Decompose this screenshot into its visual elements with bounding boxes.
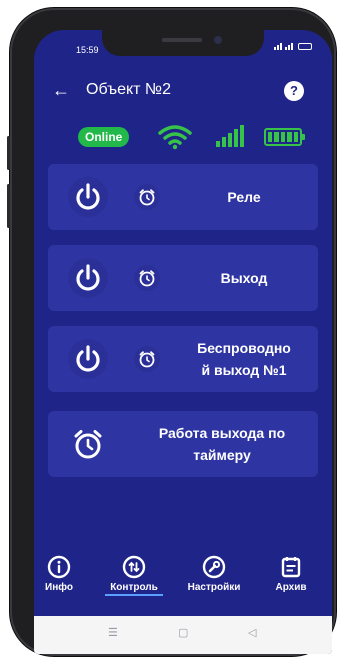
system-status-icons [274,43,312,50]
power-icon[interactable] [68,177,108,217]
arrow-left-icon[interactable]: ← [52,80,70,101]
phone-side-button [7,184,10,228]
card-label: Реле [227,189,261,205]
power-icon[interactable] [68,339,108,379]
archive-calendar-icon [281,557,301,578]
alarm-clock-icon[interactable] [134,265,160,291]
wifi-icon [158,125,192,150]
nav-label: Инфо [45,582,73,593]
bottom-navigation: Инфо Контроль Настройки Архив [34,555,332,613]
output-card-relay[interactable]: Реле [48,164,318,230]
card-label-line1: Беспроводно [197,340,291,356]
active-tab-indicator [105,594,163,596]
wrench-icon [202,555,226,579]
output-card-output[interactable]: Выход [48,245,318,311]
output-card-wireless[interactable]: Беспроводно й выход №1 [48,326,318,392]
nav-label: Контроль [110,582,158,593]
nav-item-info[interactable]: Инфо [34,555,94,593]
nav-label: Архив [275,582,307,593]
cellular-signal-icon [216,125,244,147]
nav-item-settings[interactable]: Настройки [179,555,249,593]
mini-signal-icon [285,43,293,50]
output-card-timer-mode[interactable]: Работа выхода по таймеру [48,411,318,477]
phone-side-button [7,136,10,170]
alarm-clock-icon[interactable] [68,424,108,464]
nav-item-control[interactable]: Контроль [99,555,169,596]
speaker-grille [162,38,202,42]
mini-battery-icon [298,43,312,50]
card-label: Выход [220,270,268,286]
nav-item-archive[interactable]: Архив [256,555,326,593]
front-camera [214,36,222,44]
battery-nub [302,134,305,140]
card-label-line1: Работа выхода по [158,425,286,441]
device-status-row: Online [34,122,332,152]
phone-notch [102,30,264,56]
control-icon [122,555,146,579]
card-label-line2: таймеру [193,447,251,463]
app-screen: 15:59 ← Объект №2 ? Online Реле Выход Бе… [34,30,332,654]
app-header: ← Объект №2 ? [34,78,332,108]
card-label-line2: й выход №1 [201,362,287,378]
help-circle-icon[interactable]: ? [284,81,304,101]
menu-icon[interactable]: ☰ [108,626,118,639]
online-badge: Online [78,127,130,147]
home-icon[interactable]: ▢ [178,626,188,639]
system-navigation-bar: ☰ ▢ ◁ [34,616,332,654]
info-icon [47,555,71,579]
phone-frame: 15:59 ← Объект №2 ? Online Реле Выход Бе… [7,8,336,656]
page-title: Объект №2 [86,81,171,98]
battery-full-icon [264,128,305,146]
status-time: 15:59 [76,45,99,55]
alarm-clock-icon[interactable] [134,184,160,210]
alarm-clock-icon[interactable] [134,346,160,372]
mini-signal-icon [274,43,282,50]
nav-label: Настройки [187,582,241,593]
back-triangle-icon[interactable]: ◁ [248,626,256,639]
power-icon[interactable] [68,258,108,298]
